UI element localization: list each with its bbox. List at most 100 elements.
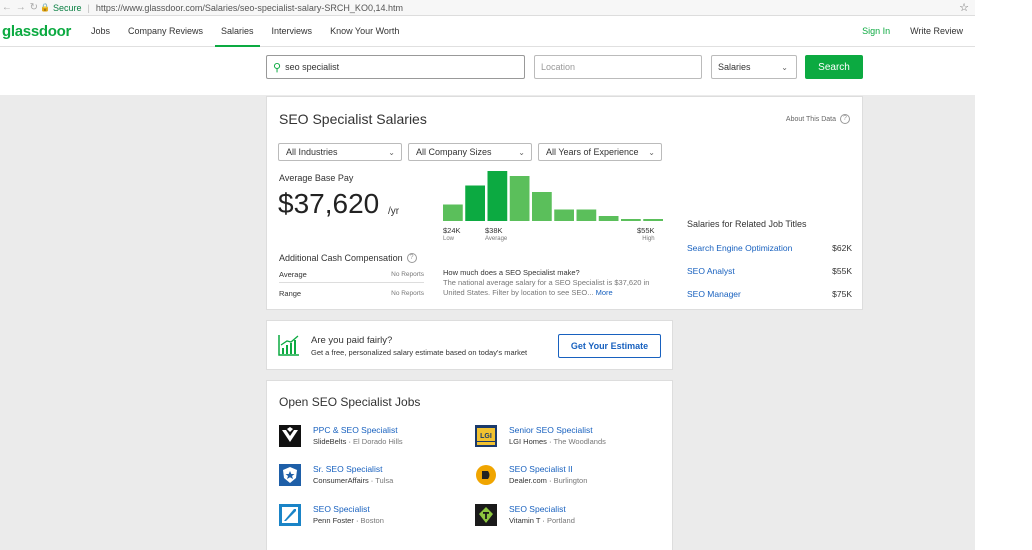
histogram-bar[interactable]: [554, 209, 574, 222]
chevron-down-icon: ⌄: [388, 147, 395, 157]
chart-growth-icon: [278, 335, 299, 356]
search-icon: ⚲: [273, 61, 282, 74]
job-title-link[interactable]: SEO Specialist: [313, 504, 370, 514]
histogram-bar[interactable]: [576, 209, 597, 222]
location-input[interactable]: Location: [534, 55, 702, 79]
search-bar: ⚲ seo specialist Location Salaries ⌄ Sea…: [0, 47, 975, 95]
nav-company-reviews[interactable]: Company Reviews: [128, 16, 203, 47]
search-type-value: Salaries: [718, 62, 751, 72]
job-item: SEO Specialist II Dealer.com · Burlingto…: [475, 464, 665, 490]
get-estimate-button[interactable]: Get Your Estimate: [558, 334, 661, 358]
job-company: Dealer.com · Burlington: [509, 476, 588, 485]
search-type-select[interactable]: Salaries ⌄: [711, 55, 797, 79]
forward-arrow-icon[interactable]: →: [16, 2, 26, 13]
jobs-heading: Open SEO Specialist Jobs: [279, 395, 421, 409]
related-link-seo-manager[interactable]: SEO Manager: [687, 289, 741, 299]
job-company: Vitamin T · Portland: [509, 516, 575, 525]
job-item: LGI Senior SEO Specialist LGI Homes · Th…: [475, 425, 665, 451]
job-title-link[interactable]: SEO Specialist: [509, 504, 566, 514]
related-link-seo-analyst[interactable]: SEO Analyst: [687, 266, 735, 276]
salary-title: SEO Specialist Salaries: [279, 111, 427, 127]
histogram-bar[interactable]: [621, 219, 641, 221]
nav-right: Sign In Write Review: [862, 26, 975, 36]
search-button[interactable]: Search: [805, 55, 863, 79]
histogram-low-label: $24K Low: [443, 226, 461, 242]
sign-in-link[interactable]: Sign In: [862, 26, 890, 36]
salary-card: SEO Specialist Salaries About This Data …: [266, 96, 863, 310]
dealer-com-logo-icon[interactable]: [475, 464, 497, 486]
help-icon[interactable]: ?: [406, 253, 417, 263]
glassdoor-logo[interactable]: glassdoor: [2, 23, 71, 40]
nav-know-your-worth[interactable]: Know Your Worth: [330, 16, 399, 47]
related-pay: $62K: [832, 243, 852, 253]
lock-icon: 🔒: [40, 3, 50, 12]
help-icon: ?: [840, 114, 850, 124]
job-company: ConsumerAffairs · Tulsa: [313, 476, 394, 485]
nav-salaries[interactable]: Salaries: [215, 16, 259, 47]
experience-filter[interactable]: All Years of Experience ⌄: [538, 143, 662, 161]
histogram-average-label: $38K Average: [485, 226, 508, 242]
related-row: SEO Analyst $55K: [687, 266, 852, 276]
job-title-link[interactable]: SEO Specialist II: [509, 464, 573, 474]
histogram-high-label: $55K High: [637, 226, 655, 242]
top-navigation: glassdoor Jobs Company Reviews Salaries …: [0, 16, 975, 47]
related-pay: $75K: [832, 289, 852, 299]
write-review-link[interactable]: Write Review: [910, 26, 963, 36]
related-row: SEO Manager $75K: [687, 289, 852, 299]
nav-interviews[interactable]: Interviews: [272, 16, 313, 47]
job-company: Penn Foster · Boston: [313, 516, 384, 525]
nav-jobs[interactable]: Jobs: [91, 16, 110, 47]
salary-histogram: [443, 171, 663, 222]
industry-filter[interactable]: All Industries ⌄: [278, 143, 402, 161]
how-much-text: The national average salary for a SEO Sp…: [443, 278, 650, 297]
histogram-bar[interactable]: [487, 171, 508, 221]
estimate-card: Are you paid fairly? Get a free, persona…: [266, 320, 673, 370]
more-link[interactable]: More: [596, 288, 613, 297]
penn-foster-logo-icon[interactable]: [279, 504, 301, 526]
lgi-homes-logo-icon[interactable]: LGI: [475, 425, 497, 447]
secure-label: Secure: [52, 2, 82, 13]
histogram-bar[interactable]: [509, 176, 530, 221]
histogram-bar[interactable]: [443, 204, 463, 222]
keyword-input[interactable]: ⚲ seo specialist: [266, 55, 525, 79]
histogram-bar[interactable]: [532, 192, 552, 221]
keyword-value: seo specialist: [285, 62, 340, 72]
svg-text:LGI: LGI: [480, 433, 492, 440]
histogram-bar[interactable]: [598, 216, 619, 221]
histogram-bar[interactable]: [643, 219, 663, 221]
chevron-down-icon: ⌄: [781, 62, 788, 72]
url-field[interactable]: 🔒 Secure | https://www.glassdoor.com/Sal…: [40, 1, 955, 15]
job-item: SEO Specialist Vitamin T · Portland: [475, 504, 665, 530]
job-title-link[interactable]: Sr. SEO Specialist: [313, 464, 382, 474]
location-placeholder: Location: [541, 62, 576, 72]
cash-row-range: Range No Reports: [279, 288, 424, 298]
job-title-link[interactable]: PPC & SEO Specialist: [313, 425, 398, 435]
job-title-link[interactable]: Senior SEO Specialist: [509, 425, 593, 435]
slidebelts-logo-icon[interactable]: [279, 425, 301, 447]
job-company: SlideBelts · El Dorado Hills: [313, 437, 403, 446]
related-pay: $55K: [832, 266, 852, 276]
chevron-down-icon: ⌄: [518, 147, 525, 157]
company-size-filter[interactable]: All Company Sizes ⌄: [408, 143, 532, 161]
related-titles-heading: Salaries for Related Job Titles: [687, 219, 807, 229]
back-arrow-icon[interactable]: ←: [2, 2, 12, 13]
cash-row-average: Average No Reports: [279, 267, 424, 283]
pay-unit: /yr: [388, 206, 400, 217]
related-link-search-engine-optimization[interactable]: Search Engine Optimization: [687, 243, 792, 253]
browser-nav: ← → ↻: [0, 2, 40, 13]
job-item: Sr. SEO Specialist ConsumerAffairs · Tul…: [279, 464, 469, 490]
url-text: https://www.glassdoor.com/Salaries/seo-s…: [95, 2, 403, 13]
histogram-bar[interactable]: [465, 185, 485, 222]
related-row: Search Engine Optimization $62K: [687, 243, 852, 253]
vitamin-t-logo-icon[interactable]: [475, 504, 497, 526]
consumeraffairs-logo-icon[interactable]: [279, 464, 301, 486]
refresh-icon[interactable]: ↻: [30, 2, 38, 13]
additional-cash-label: Additional Cash Compensation ?: [279, 253, 417, 263]
job-item: SEO Specialist Penn Foster · Boston: [279, 504, 469, 530]
bookmark-star-icon[interactable]: ☆: [959, 1, 975, 14]
job-company: LGI Homes · The Woodlands: [509, 437, 606, 446]
chevron-down-icon: ⌄: [648, 147, 655, 157]
job-item: PPC & SEO Specialist SlideBelts · El Dor…: [279, 425, 469, 451]
about-this-data[interactable]: About This Data ?: [786, 114, 850, 124]
estimate-subtitle: Get a free, personalized salary estimate…: [311, 348, 528, 357]
